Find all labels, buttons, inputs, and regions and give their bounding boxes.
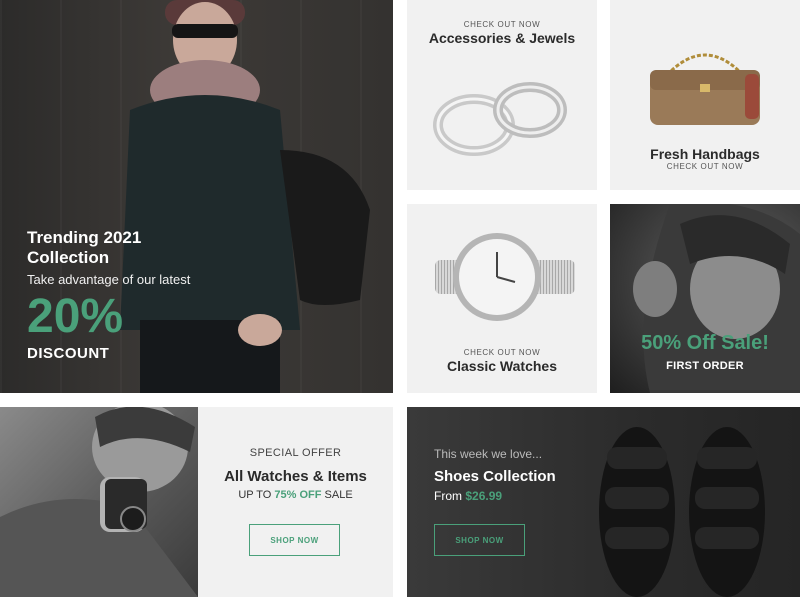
accessories-title: Accessories & Jewels	[428, 30, 576, 46]
accessories-kicker: CHECK OUT NOW	[463, 20, 541, 29]
watch-image	[435, 233, 575, 321]
sale-headline: 50% Off Sale!	[641, 332, 769, 354]
shoes-price: From $26.99	[434, 489, 502, 503]
special-offer-title: All Watches & Items	[224, 468, 367, 485]
watches-kicker: CHECK OUT NOW	[463, 348, 541, 357]
shoes-title: Shoes Collection	[434, 468, 556, 485]
fresh-handbags-banner[interactable]: Fresh Handbags CHECK OUT NOW	[610, 0, 800, 190]
shoes-kicker: This week we love...	[434, 447, 543, 461]
price-value: $26.99	[465, 489, 503, 503]
upto-suffix: SALE	[324, 489, 353, 501]
upto-prefix: UP TO	[238, 489, 272, 501]
special-shop-now-button[interactable]: SHOP NOW	[249, 524, 340, 556]
shoes-shop-now-button[interactable]: SHOP NOW	[434, 524, 525, 556]
first-order-sale-banner[interactable]: 50% Off Sale! FIRST ORDER	[610, 204, 800, 393]
rings-image	[433, 82, 567, 156]
first-order-label: FIRST ORDER	[666, 360, 744, 372]
discount-label: DISCOUNT	[27, 345, 110, 362]
handbags-title: Fresh Handbags	[650, 146, 760, 162]
man-with-watch-image	[0, 407, 198, 597]
trending-subtitle: Take advantage of our latest	[27, 272, 191, 287]
special-offer-banner: SPECIAL OFFER All Watches & Items UP TO …	[198, 407, 393, 597]
handbags-kicker: CHECK OUT NOW	[666, 162, 744, 171]
special-offer-kicker: SPECIAL OFFER	[249, 447, 342, 459]
trending-title: Trending 2021 Collection	[27, 228, 142, 267]
watches-title: Classic Watches	[447, 358, 557, 374]
discount-percent: 20%	[27, 290, 124, 343]
sandals-image	[599, 427, 765, 597]
price-prefix: From	[434, 489, 462, 503]
handbag-image	[650, 53, 760, 125]
special-offer-discount: UP TO 75% OFF SALE	[198, 489, 393, 501]
shoes-collection-banner: This week we love... Shoes Collection Fr…	[407, 407, 800, 597]
trending-collection-banner[interactable]: Trending 2021 Collection Take advantage …	[0, 0, 393, 393]
man-portrait-image	[0, 407, 198, 597]
upto-value: 75% OFF	[274, 489, 322, 501]
accessories-jewels-banner[interactable]: CHECK OUT NOW Accessories & Jewels	[407, 0, 597, 190]
classic-watches-banner[interactable]: CHECK OUT NOW Classic Watches	[407, 204, 597, 393]
